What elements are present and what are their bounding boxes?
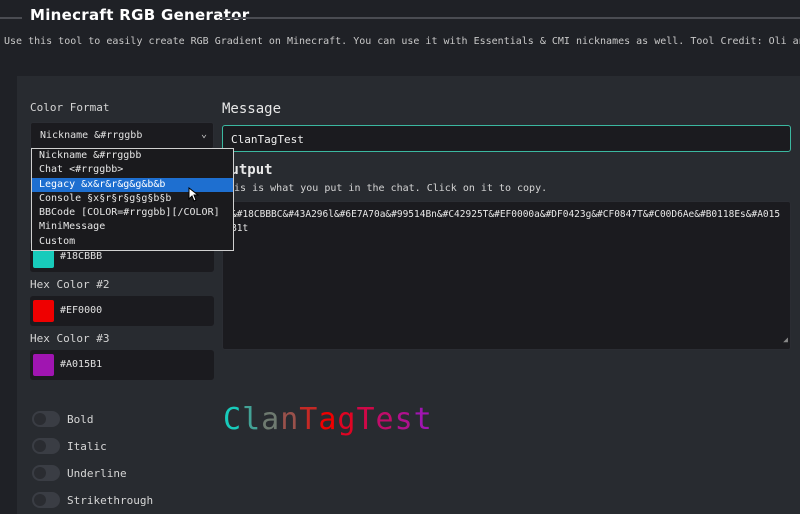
preview-char: C <box>223 402 243 437</box>
page-title: Minecraft RGB Generator <box>30 6 250 24</box>
toggle-knob <box>34 440 46 452</box>
format-option[interactable]: Nickname &#rrggbb <box>32 149 233 163</box>
hex-color-1-value[interactable]: #18CBBB <box>60 251 102 262</box>
message-input[interactable]: ClanTagTest <box>222 125 791 152</box>
preview-char: T <box>356 402 376 437</box>
toggle-knob <box>34 467 46 479</box>
format-option[interactable]: MiniMessage <box>32 220 233 234</box>
color-swatch-2[interactable] <box>33 300 54 322</box>
output-textarea[interactable]: &#18CBBBC&#43A296l&#6E7A70a&#99514Bn&#C4… <box>222 201 791 350</box>
format-option-highlighted[interactable]: Legacy &x&r&r&g&g&b&b <box>32 177 233 192</box>
format-option[interactable]: Console §x§r§r§g§g§b§b <box>32 192 233 206</box>
italic-toggle[interactable] <box>32 438 60 454</box>
hex-color-3-label: Hex Color #3 <box>30 332 110 345</box>
preview-char: a <box>261 402 281 437</box>
strikethrough-label: Strikethrough <box>67 494 154 507</box>
header-divider-left <box>0 17 22 19</box>
bold-label: Bold <box>67 413 94 426</box>
preview-char: e <box>375 402 395 437</box>
hex-color-3-value[interactable]: #A015B1 <box>60 359 102 370</box>
bold-toggle[interactable] <box>32 411 60 427</box>
page-description: Use this tool to easily create RGB Gradi… <box>4 36 800 47</box>
color-format-select[interactable]: Nickname &#rrggbb ⌄ <box>30 122 214 149</box>
hex-color-2-field[interactable]: #EF0000 <box>30 296 214 326</box>
preview-char: l <box>242 402 262 437</box>
preview-char: g <box>337 402 357 437</box>
format-option[interactable]: Custom <box>32 235 233 249</box>
color-swatch-3[interactable] <box>33 354 54 376</box>
format-option[interactable]: BBCode [COLOR=#rrggbb][/COLOR] <box>32 206 233 220</box>
output-hint: This is what you put in the chat. Click … <box>222 183 548 194</box>
underline-toggle[interactable] <box>32 465 60 481</box>
strikethrough-toggle[interactable] <box>32 492 60 508</box>
color-format-dropdown[interactable]: Nickname &#rrggbb Chat <#rrggbb> Legacy … <box>31 148 234 251</box>
hex-color-2-value[interactable]: #EF0000 <box>60 305 102 316</box>
gradient-preview: ClanTagTest <box>223 402 433 437</box>
preview-char: s <box>394 402 414 437</box>
output-code[interactable]: &#18CBBBC&#43A296l&#6E7A70a&#99514Bn&#C4… <box>231 209 780 234</box>
preview-char: t <box>413 402 433 437</box>
italic-label: Italic <box>67 440 107 453</box>
underline-label: Underline <box>67 467 127 480</box>
color-format-label: Color Format <box>30 101 110 114</box>
message-label: Message <box>222 101 282 117</box>
toggle-knob <box>34 413 46 425</box>
preview-char: a <box>318 402 338 437</box>
preview-char: T <box>299 402 319 437</box>
mouse-pointer-icon <box>188 186 200 205</box>
hex-color-2-label: Hex Color #2 <box>30 278 110 291</box>
page-header: Minecraft RGB Generator <box>0 0 800 36</box>
resize-handle-icon[interactable]: ◢ <box>783 333 788 347</box>
preview-char: n <box>280 402 300 437</box>
chevron-down-icon: ⌄ <box>200 129 207 140</box>
color-format-selected: Nickname &#rrggbb <box>40 130 143 141</box>
hex-color-3-field[interactable]: #A015B1 <box>30 350 214 380</box>
format-option[interactable]: Chat <#rrggbb> <box>32 163 233 177</box>
header-divider-right <box>220 17 800 19</box>
toggle-knob <box>34 494 46 506</box>
